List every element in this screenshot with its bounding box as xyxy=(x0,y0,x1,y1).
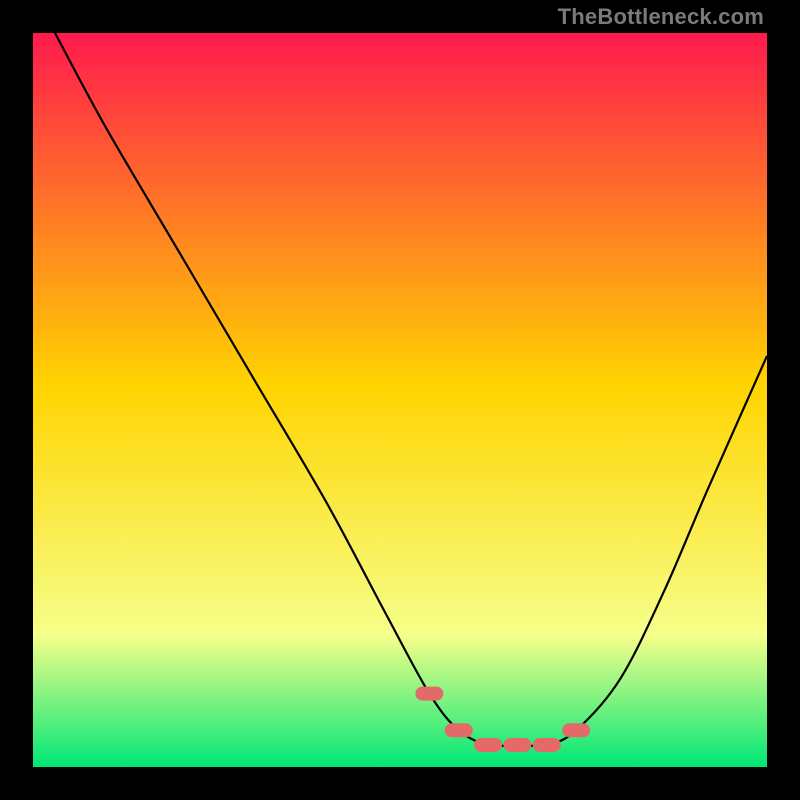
optimal-marker xyxy=(503,738,531,752)
optimal-marker xyxy=(533,738,561,752)
chart-svg xyxy=(33,33,767,767)
chart-frame xyxy=(33,33,767,767)
gradient-bg xyxy=(33,33,767,767)
optimal-marker xyxy=(562,723,590,737)
optimal-marker xyxy=(474,738,502,752)
optimal-marker xyxy=(445,723,473,737)
attribution-text: TheBottleneck.com xyxy=(558,4,764,30)
optimal-marker xyxy=(415,687,443,701)
